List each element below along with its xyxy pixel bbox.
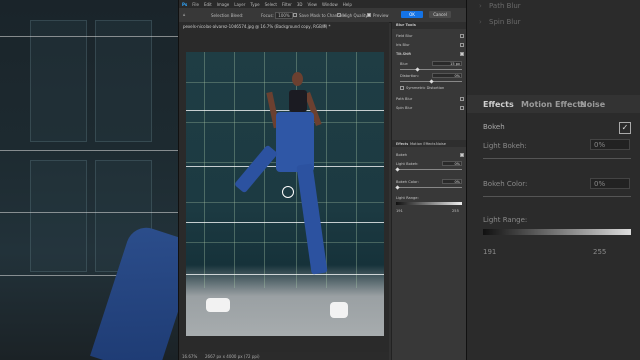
light-bokeh-knob[interactable] [395,167,400,172]
focus-field[interactable]: 100% [275,12,293,19]
zoom-light-range-label: Light Range: [483,216,528,224]
zoom-row-spin-blur: Spin Blur [489,18,521,26]
ps-logo-icon: Ps [182,1,188,7]
spin-blur-checkbox[interactable] [460,106,464,110]
ok-button[interactable]: OK [401,11,423,18]
distortion-slider-knob[interactable] [429,79,434,84]
menu-select[interactable]: Select [265,2,277,7]
blur-amount-label: Blur: [400,62,409,66]
light-bokeh-slider[interactable] [396,169,462,170]
high-quality-label: High Quality [343,13,368,18]
tab-motion-effects[interactable]: Motion Effects [410,142,436,146]
menu-help[interactable]: Help [343,2,352,7]
light-range-gradient[interactable] [396,202,462,205]
photoshop-window: Ps File Edit Image Layer Type Select Fil… [178,0,467,360]
home-icon[interactable]: ⌂ [183,12,186,17]
bokeh-color-slider[interactable] [396,187,462,188]
tab-effects[interactable]: Effects [396,142,408,146]
zoom-light-range-low: 191 [483,248,497,256]
menu-window[interactable]: Window [322,2,338,7]
menu-3d[interactable]: 3D [297,2,303,7]
menu-file[interactable]: File [192,2,199,7]
menu-bar: Ps File Edit Image Layer Type Select Fil… [179,0,466,8]
preview-label: Preview [373,13,389,18]
zoomed-photo-background [0,0,180,360]
menu-image[interactable]: Image [217,2,230,7]
menu-type[interactable]: Type [250,2,259,7]
document-title: pexels-nicolas-alvarez-1046574.jpg @ 16.… [183,24,331,29]
zoom-status: 16.67% [182,354,198,359]
cancel-button[interactable]: Cancel [429,11,451,18]
blur-pin-icon[interactable] [282,186,294,198]
light-bokeh-field[interactable]: 0% [442,161,462,166]
zoom-light-range-high: 255 [593,248,607,256]
iris-blur-checkbox[interactable] [460,43,464,47]
light-bokeh-label: Light Bokeh: [396,162,419,166]
zoom-tab-noise: Noise [580,100,606,109]
tilt-shift-line-bottom[interactable] [186,274,384,275]
blur-slider-knob[interactable] [415,67,420,72]
path-blur-item[interactable]: Path Blur [396,97,412,101]
focus-label: Focus: [261,13,274,18]
zoomed-panel-background: › Path Blur › Spin Blur Effects Motion E… [465,0,640,360]
canvas-area[interactable] [179,30,389,352]
symmetric-distortion-checkbox[interactable] [400,86,404,90]
blur-amount-field[interactable]: 15 px [432,61,462,66]
options-bar: ⌂ Selection Bleed: Focus: 100% Save Mask… [179,8,466,23]
bokeh-checkbox[interactable] [460,153,464,157]
close-tab-icon[interactable]: × [323,23,326,28]
photo-canvas[interactable] [186,52,384,336]
tilt-shift-line-top[interactable] [186,110,384,111]
tab-noise[interactable]: Noise [436,142,446,146]
bokeh-color-knob[interactable] [395,185,400,190]
distortion-label: Distortion: [400,74,419,78]
blur-tools-header: Blur Tools [396,23,416,27]
tilt-shift-item[interactable]: Tilt-Shift [396,52,411,56]
menu-view[interactable]: View [307,2,317,7]
menu-filter[interactable]: Filter [282,2,292,7]
selection-bleed-label: Selection Bleed: [211,13,244,18]
bokeh-label: Bokeh [396,153,408,157]
zoom-row-path-blur: Path Blur [489,2,521,10]
light-range-high: 255 [452,209,459,213]
field-blur-checkbox[interactable] [460,34,464,38]
iris-blur-item[interactable]: Iris Blur [396,43,410,47]
distortion-field[interactable]: 0% [432,73,462,78]
menu-edit[interactable]: Edit [204,2,212,7]
zoom-tab-motion-effects: Motion Effects [521,100,586,109]
zoom-tab-effects: Effects [483,100,514,109]
light-range-label: Light Range: [396,196,419,200]
size-status: 2667 px x 4000 px (72 ppi) [205,354,260,359]
high-quality-checkbox[interactable] [337,13,341,17]
document-tab[interactable]: pexels-nicolas-alvarez-1046574.jpg @ 16.… [179,22,389,30]
spin-blur-item[interactable]: Spin Blur [396,106,412,110]
symmetric-distortion-label: Symmetric Distortion [406,86,445,90]
save-mask-checkbox[interactable] [293,13,297,17]
bokeh-color-label: Bokeh Color: [396,180,419,184]
field-blur-item[interactable]: Field Blur [396,34,413,38]
path-blur-checkbox[interactable] [460,97,464,101]
blur-gallery-panel: Blur Tools Field Blur Iris Blur Tilt-Shi… [391,22,466,360]
blur-amount-slider[interactable] [400,69,462,70]
light-range-low: 191 [396,209,403,213]
zoom-bokeh-check-icon: ✓ [619,122,631,134]
zoom-bokeh-color-label: Bokeh Color: [483,180,528,188]
zoom-bokeh-color-field: 0% [590,178,630,189]
tilt-shift-line-focus-bottom[interactable] [186,222,384,223]
preview-checkbox[interactable] [367,13,371,17]
menu-layer[interactable]: Layer [234,2,245,7]
zoom-bokeh-label: Bokeh [483,123,505,131]
bokeh-color-field[interactable]: 0% [442,179,462,184]
zoom-light-bokeh-field: 0% [590,139,630,150]
status-bar: 16.67% 2667 px x 4000 px (72 ppi) [179,352,389,360]
tilt-shift-checkbox[interactable] [460,52,464,56]
zoom-light-bokeh-label: Light Bokeh: [483,142,527,150]
